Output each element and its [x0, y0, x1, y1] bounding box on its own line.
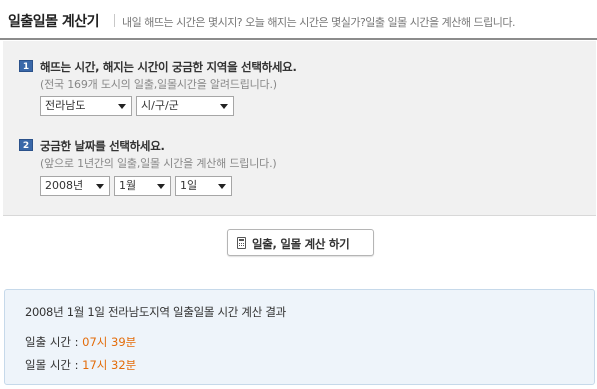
city-select-value: 시/구/군	[141, 99, 179, 112]
city-select[interactable]: 시/구/군	[136, 96, 234, 116]
step-title: 해뜨는 시간, 해지는 시간이 궁금한 지역을 선택하세요.	[40, 60, 297, 74]
month-select-value: 1월	[119, 179, 137, 192]
step-number-badge: 2	[19, 139, 33, 151]
calculate-button[interactable]: 일출, 일몰 계산 하기	[227, 229, 374, 256]
title-divider	[114, 14, 115, 27]
province-select[interactable]: 전라남도	[40, 96, 132, 116]
sunrise-label: 일출 시간 :	[25, 335, 83, 349]
sunrise-value: 07시 39분	[82, 335, 137, 349]
sunset-label: 일몰 시간 :	[25, 358, 83, 372]
province-select-value: 전라남도	[45, 99, 86, 112]
chevron-down-icon	[218, 184, 226, 189]
step-description: (전국 169개 도시의 일출,일몰시간을 알려드립니다.)	[40, 78, 277, 91]
chevron-down-icon	[157, 184, 165, 189]
header: 일출일몰 계산기 내일 해뜨는 시간은 몇시지? 오늘 해지는 시간은 몇실가?…	[0, 0, 597, 40]
step-description: (앞으로 1년간의 일출,일몰 시간을 계산해 드립니다.)	[40, 157, 277, 170]
sunrise-line: 일출 시간 : 07시 39분	[25, 334, 136, 350]
result-box: 2008년 1월 1일 전라남도지역 일출일몰 시간 계산 결과 일출 시간 :…	[4, 289, 595, 385]
chevron-down-icon	[220, 104, 228, 109]
chevron-down-icon	[96, 184, 104, 189]
page-title: 일출일몰 계산기	[8, 14, 100, 30]
page-subtitle: 내일 해뜨는 시간은 몇시지? 오늘 해지는 시간은 몇실가?일출 일몰 시간을…	[122, 16, 515, 29]
month-select[interactable]: 1월	[114, 176, 171, 196]
day-select-value: 1일	[180, 179, 198, 192]
sunset-line: 일몰 시간 : 17시 32분	[25, 357, 136, 373]
options-panel: 1 해뜨는 시간, 해지는 시간이 궁금한 지역을 선택하세요. (전국 169…	[3, 41, 596, 216]
step-title: 궁금한 날짜를 선택하세요.	[40, 139, 165, 153]
step-number-badge: 1	[19, 60, 33, 72]
sunset-value: 17시 32분	[82, 358, 137, 372]
calculator-icon	[237, 237, 246, 249]
day-select[interactable]: 1일	[175, 176, 232, 196]
chevron-down-icon	[118, 104, 126, 109]
year-select-value: 2008년	[45, 179, 84, 192]
calculate-button-label: 일출, 일몰 계산 하기	[252, 237, 350, 251]
year-select[interactable]: 2008년	[40, 176, 110, 196]
result-title: 2008년 1월 1일 전라남도지역 일출일몰 시간 계산 결과	[25, 305, 286, 319]
